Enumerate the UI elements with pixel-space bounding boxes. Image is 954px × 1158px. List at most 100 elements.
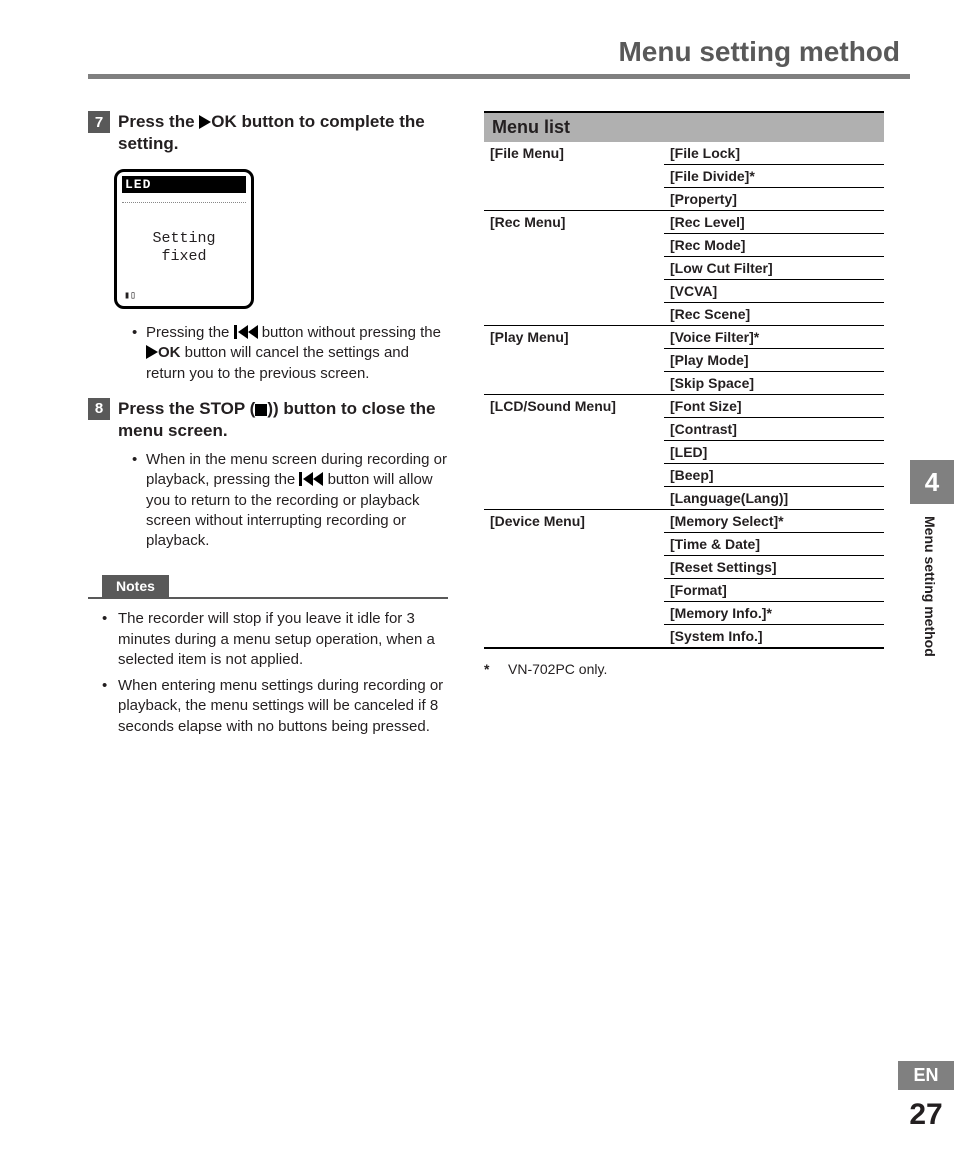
menu-item-cell: [Font Size] [664, 395, 884, 418]
lcd-body: Setting fixed [122, 205, 246, 290]
prev-icon [234, 325, 258, 339]
lcd-footer: ▮▯ [122, 290, 246, 302]
play-icon [199, 115, 211, 129]
stop-label: STOP ( [199, 399, 255, 418]
table-row: [File Divide]* [484, 165, 884, 188]
menu-category-cell [484, 280, 664, 303]
menu-category-cell [484, 602, 664, 625]
content-columns: 7 Press the OK button to complete the se… [88, 111, 910, 743]
ok-label-2: OK [158, 344, 181, 361]
chapter-number: 4 [910, 460, 954, 504]
lcd-line2: fixed [161, 248, 206, 265]
menu-category-cell [484, 165, 664, 188]
play-icon [146, 345, 158, 359]
menu-item-cell: [Memory Select]* [664, 510, 884, 533]
manual-page: Menu setting method 7 Press the OK butto… [0, 0, 954, 1158]
menu-category-cell [484, 487, 664, 510]
table-row: [LCD/Sound Menu][Font Size] [484, 395, 884, 418]
menu-item-cell: [Rec Mode] [664, 234, 884, 257]
menu-item-cell: [File Divide]* [664, 165, 884, 188]
menu-category-cell [484, 464, 664, 487]
menu-item-cell: [Reset Settings] [664, 556, 884, 579]
step-number-7: 7 [88, 111, 110, 133]
note-1: The recorder will stop if you leave it i… [102, 609, 448, 670]
menu-item-cell: [Low Cut Filter] [664, 257, 884, 280]
notes-heading: Notes [102, 575, 169, 597]
table-row: [Beep] [484, 464, 884, 487]
step-8-pre: Press the [118, 399, 199, 418]
notes-rule [88, 597, 448, 599]
table-row: [Rec Scene] [484, 303, 884, 326]
menu-item-cell: [Voice Filter]* [664, 326, 884, 349]
menu-item-cell: [Language(Lang)] [664, 487, 884, 510]
step-7-bullets: Pressing the button without pressing the… [88, 323, 448, 384]
table-row: [Language(Lang)] [484, 487, 884, 510]
table-row: [Format] [484, 579, 884, 602]
menu-item-cell: [Memory Info.]* [664, 602, 884, 625]
lcd-screenshot: LED Setting fixed ▮▯ [114, 169, 254, 309]
table-row: [VCVA] [484, 280, 884, 303]
menu-category-cell [484, 441, 664, 464]
table-row: [Rec Menu][Rec Level] [484, 211, 884, 234]
header-rule [88, 74, 910, 79]
table-row: [Play Mode] [484, 349, 884, 372]
menu-category-cell: [Play Menu] [484, 326, 664, 349]
side-tab: 4 Menu setting method [910, 460, 954, 669]
step-7-pre: Press the [118, 112, 199, 131]
table-row: [File Menu][File Lock] [484, 142, 884, 165]
menu-category-cell [484, 579, 664, 602]
table-row: [Time & Date] [484, 533, 884, 556]
table-row: [Low Cut Filter] [484, 257, 884, 280]
page-number: 27 [898, 1098, 954, 1132]
page-footer: EN 27 [898, 1061, 954, 1132]
right-column: Menu list [File Menu][File Lock][File Di… [484, 111, 884, 743]
table-row: [LED] [484, 441, 884, 464]
menu-category-cell: [Rec Menu] [484, 211, 664, 234]
menu-category-cell [484, 188, 664, 211]
menu-category-cell [484, 418, 664, 441]
menu-item-cell: [Contrast] [664, 418, 884, 441]
menu-item-cell: [Property] [664, 188, 884, 211]
menu-category-cell [484, 257, 664, 280]
table-row: [Rec Mode] [484, 234, 884, 257]
table-row: [Contrast] [484, 418, 884, 441]
menu-category-cell [484, 303, 664, 326]
footnote-text: VN-702PC only. [508, 661, 607, 677]
menu-item-cell: [VCVA] [664, 280, 884, 303]
chapter-title: Menu setting method [910, 504, 950, 669]
menu-item-cell: [Play Mode] [664, 349, 884, 372]
notes-list: The recorder will stop if you leave it i… [88, 609, 448, 737]
menu-category-cell [484, 349, 664, 372]
language-badge: EN [898, 1061, 954, 1090]
step-8-bullets: When in the menu screen during recording… [88, 450, 448, 551]
note-2: When entering menu settings during recor… [102, 676, 448, 737]
lcd-title: LED [122, 176, 246, 193]
lcd-line1: Setting [152, 230, 215, 247]
menu-list-table: [File Menu][File Lock][File Divide]*[Pro… [484, 142, 884, 649]
menu-item-cell: [Format] [664, 579, 884, 602]
table-row: [Device Menu][Memory Select]* [484, 510, 884, 533]
step-7: 7 Press the OK button to complete the se… [88, 111, 448, 155]
table-row: [Skip Space] [484, 372, 884, 395]
ok-label: OK [211, 112, 237, 131]
menu-item-cell: [Rec Level] [664, 211, 884, 234]
menu-item-cell: [Beep] [664, 464, 884, 487]
table-row: [Memory Info.]* [484, 602, 884, 625]
menu-category-cell: [Device Menu] [484, 510, 664, 533]
b7a-pre: Pressing the [146, 324, 234, 341]
menu-category-cell [484, 372, 664, 395]
table-row: [System Info.] [484, 625, 884, 649]
stop-icon [255, 404, 267, 416]
menu-category-cell: [LCD/Sound Menu] [484, 395, 664, 418]
menu-item-cell: [System Info.] [664, 625, 884, 649]
step-8: 8 Press the STOP ()) button to close the… [88, 398, 448, 442]
menu-item-cell: [LED] [664, 441, 884, 464]
table-row: [Play Menu][Voice Filter]* [484, 326, 884, 349]
menu-category-cell: [File Menu] [484, 142, 664, 165]
table-row: [Property] [484, 188, 884, 211]
step-7-text: Press the OK button to complete the sett… [118, 111, 448, 155]
step-8-text: Press the STOP ()) button to close the m… [118, 398, 448, 442]
menu-item-cell: [File Lock] [664, 142, 884, 165]
menu-item-cell: [Skip Space] [664, 372, 884, 395]
page-title: Menu setting method [88, 36, 910, 74]
